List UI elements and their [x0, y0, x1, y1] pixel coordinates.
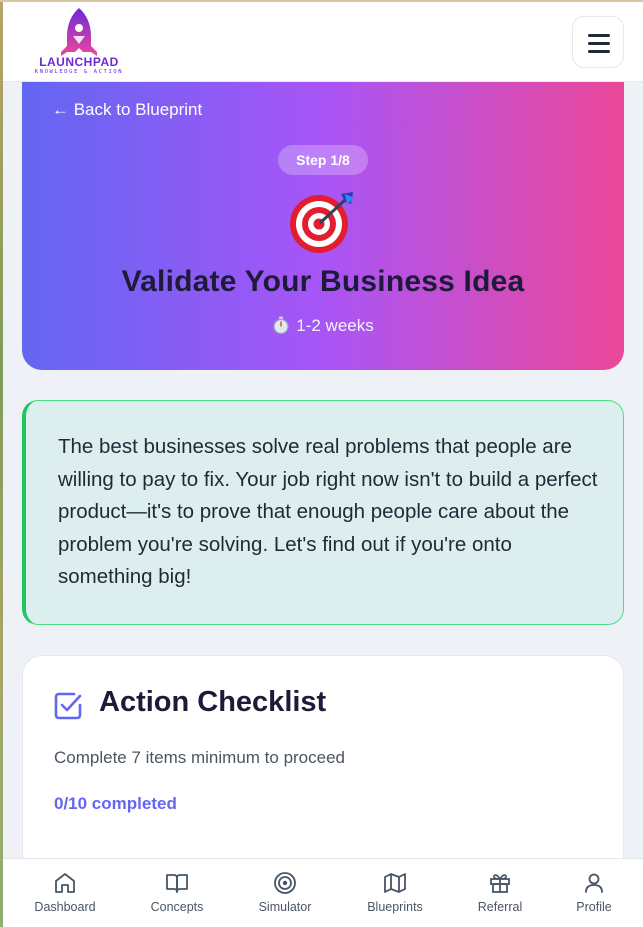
- step-badge: Step 1/8: [278, 145, 368, 175]
- nav-item-dashboard[interactable]: Dashboard: [15, 859, 115, 927]
- checklist-title: Action Checklist: [99, 686, 327, 718]
- target-icon: [274, 872, 296, 894]
- duration-text: 1-2 weeks: [296, 316, 374, 335]
- map-icon: [384, 873, 406, 893]
- intro-callout: The best businesses solve real problems …: [22, 400, 624, 625]
- background-edge: [0, 0, 3, 927]
- back-to-blueprint-link[interactable]: ← Back to Blueprint: [52, 100, 202, 120]
- checklist-progress: 0/10 completed: [54, 794, 177, 813]
- checklist-subtitle: Complete 7 items minimum to proceed: [54, 748, 346, 767]
- nav-label: Profile: [576, 900, 612, 914]
- nav-item-simulator[interactable]: Simulator: [235, 859, 335, 927]
- nav-item-profile[interactable]: Profile: [544, 859, 643, 927]
- launchpad-logo[interactable]: LAUNCHPAD KNOWLEDGE & ACTION: [21, 6, 137, 78]
- step-duration: 1-2 weeks: [22, 316, 624, 336]
- nav-label: Referral: [477, 900, 523, 914]
- hamburger-menu-icon-line: [588, 42, 610, 45]
- hamburger-menu-icon-line: [588, 50, 610, 53]
- menu-button[interactable]: [572, 16, 624, 68]
- nav-item-blueprints[interactable]: Blueprints: [345, 859, 445, 927]
- step-title: Validate Your Business Idea: [121, 265, 525, 298]
- nav-label: Dashboard: [34, 900, 96, 914]
- nav-label: Concepts: [150, 900, 204, 914]
- book-icon: [166, 874, 188, 893]
- checkbox-checked-icon: [54, 692, 82, 720]
- logo-name: LAUNCHPAD: [39, 55, 119, 69]
- bottom-navigation: Dashboard Concepts Simulator Blueprints: [3, 858, 643, 927]
- hamburger-menu-icon: [588, 34, 610, 37]
- target-dart-icon: [290, 192, 355, 253]
- user-icon: [585, 873, 603, 893]
- stopwatch-icon: [273, 316, 289, 334]
- top-header: LAUNCHPAD KNOWLEDGE & ACTION: [3, 2, 643, 82]
- nav-item-concepts[interactable]: Concepts: [127, 859, 227, 927]
- home-icon: [55, 873, 75, 893]
- nav-item-referral[interactable]: Referral: [450, 859, 550, 927]
- nav-label: Simulator: [258, 900, 312, 914]
- step-hero: ← Back to Blueprint Step 1/8 Validate Yo…: [22, 60, 624, 370]
- gift-icon: [490, 874, 510, 893]
- nav-label: Blueprints: [367, 900, 423, 914]
- intro-text: The best businesses solve real problems …: [58, 435, 598, 588]
- logo-tagline: KNOWLEDGE & ACTION: [34, 69, 124, 75]
